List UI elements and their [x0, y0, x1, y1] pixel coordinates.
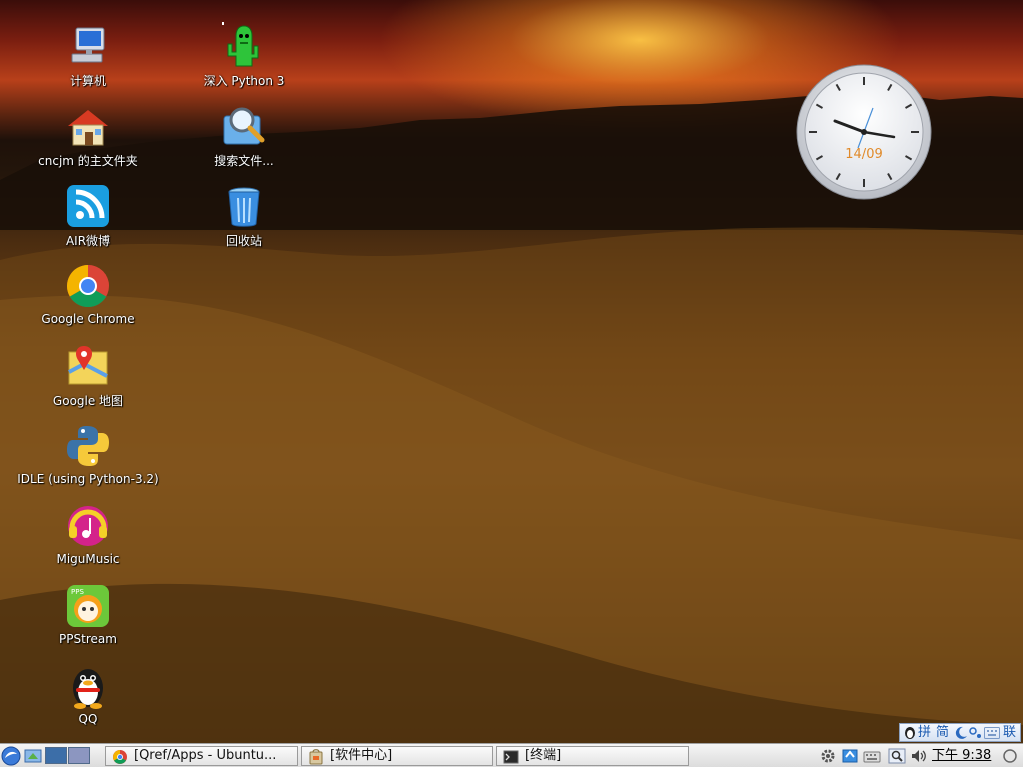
- desktop-icon-label: Google 地图: [52, 394, 124, 408]
- desktop-icon-search-files[interactable]: 搜索文件...: [169, 100, 319, 178]
- volume-icon[interactable]: [910, 748, 928, 764]
- show-desktop-icon[interactable]: [24, 747, 42, 765]
- desktop-icon-dive-into-python[interactable]: 深入 Python 3: [169, 20, 319, 98]
- desktop-icon-computer[interactable]: 计算机: [13, 20, 163, 98]
- desktop-icon-label: Google Chrome: [41, 312, 135, 326]
- task-button-chrome[interactable]: [Qref/Apps - Ubuntu...: [105, 746, 298, 766]
- desktop: 计算机 cncjm 的主文件夹 AIR微博 Google Chrome Goog…: [0, 0, 1023, 743]
- dive-into-python-icon: [222, 22, 259, 67]
- clock-date: 14/09: [845, 147, 883, 162]
- desktop-icon-label: 计算机: [69, 74, 106, 88]
- air-weibo-icon: [67, 185, 109, 227]
- task-button-software-center[interactable]: [软件中心]: [301, 746, 493, 766]
- desktop-icon-label: AIR微博: [65, 234, 111, 248]
- desktop-icon-label: 回收站: [225, 234, 262, 248]
- keyboard-layout-icon[interactable]: [863, 748, 881, 764]
- task-button-label: [Qref/Apps - Ubuntu...: [134, 748, 277, 763]
- analog-clock-face: [796, 64, 932, 200]
- desktop-icon-google-maps[interactable]: Google 地图: [13, 340, 163, 418]
- migu-music-icon: [68, 506, 108, 546]
- desktop-icon-idle[interactable]: IDLE (using Python-3.2): [13, 420, 163, 498]
- power-icon[interactable]: [1001, 748, 1019, 764]
- clock-widget[interactable]: 14/09: [795, 63, 933, 201]
- desktop-icon-label: 搜索文件...: [214, 154, 274, 168]
- computer-icon: [71, 27, 105, 63]
- home-folder-icon: [68, 110, 108, 146]
- chrome-icon: [113, 750, 127, 764]
- chrome-icon: [66, 265, 109, 308]
- qq-penguin-icon: [73, 669, 103, 709]
- search-icon[interactable]: [888, 748, 906, 764]
- punctuation-icon[interactable]: [969, 727, 983, 739]
- moon-icon[interactable]: [954, 726, 968, 740]
- task-button-label: [软件中心]: [330, 748, 393, 763]
- desktop-icon-label: IDLE (using Python-3.2): [17, 472, 159, 486]
- update-manager-icon[interactable]: [841, 748, 859, 764]
- keyboard-icon[interactable]: [984, 727, 1000, 739]
- workspace-1[interactable]: [45, 747, 67, 764]
- desktop-icon-migu-music[interactable]: MiguMusic: [13, 500, 163, 578]
- terminal-icon: [503, 750, 519, 764]
- desktop-icon-label: 深入 Python 3: [203, 74, 285, 88]
- search-files-icon: [223, 107, 265, 145]
- ppstream-icon: PPS: [67, 585, 109, 627]
- ime-mode-simplified[interactable]: 简: [936, 724, 949, 741]
- svg-text:PPS: PPS: [71, 588, 84, 596]
- trash-icon: [228, 187, 260, 227]
- desktop-icon-ppstream[interactable]: PPS PPStream: [13, 580, 163, 658]
- ime-cloud-link[interactable]: 联: [1003, 724, 1016, 741]
- desktop-icon-home-folder[interactable]: cncjm 的主文件夹: [13, 100, 163, 178]
- taskbar: [Qref/Apps - Ubuntu... [软件中心] [终端] 下午 9:…: [0, 743, 1023, 767]
- main-menu-icon[interactable]: [1, 746, 21, 766]
- penguin-icon: [905, 727, 915, 739]
- ime-mode-pinyin[interactable]: 拼: [918, 724, 931, 741]
- desktop-icon-google-chrome[interactable]: Google Chrome: [13, 260, 163, 338]
- software-center-icon: [309, 749, 323, 765]
- desktop-icon-label: PPStream: [59, 632, 117, 646]
- desktop-icon-trash[interactable]: 回收站: [169, 180, 319, 258]
- task-button-terminal[interactable]: [终端]: [496, 746, 689, 766]
- desktop-icon-label: QQ: [78, 712, 98, 726]
- task-button-label: [终端]: [525, 748, 562, 763]
- python-idle-icon: [67, 426, 109, 466]
- desktop-icon-air-weibo[interactable]: AIR微博: [13, 180, 163, 258]
- desktop-icon-label: MiguMusic: [56, 552, 120, 566]
- settings-gear-icon[interactable]: [819, 748, 837, 764]
- ime-status-bar[interactable]: 拼 简 联: [899, 723, 1021, 742]
- workspace-2[interactable]: [68, 747, 90, 764]
- taskbar-clock[interactable]: 下午 9:38: [932, 747, 991, 764]
- google-maps-icon: [68, 346, 108, 385]
- desktop-icon-qq[interactable]: QQ: [13, 660, 163, 738]
- desktop-icon-label: cncjm 的主文件夹: [38, 154, 138, 168]
